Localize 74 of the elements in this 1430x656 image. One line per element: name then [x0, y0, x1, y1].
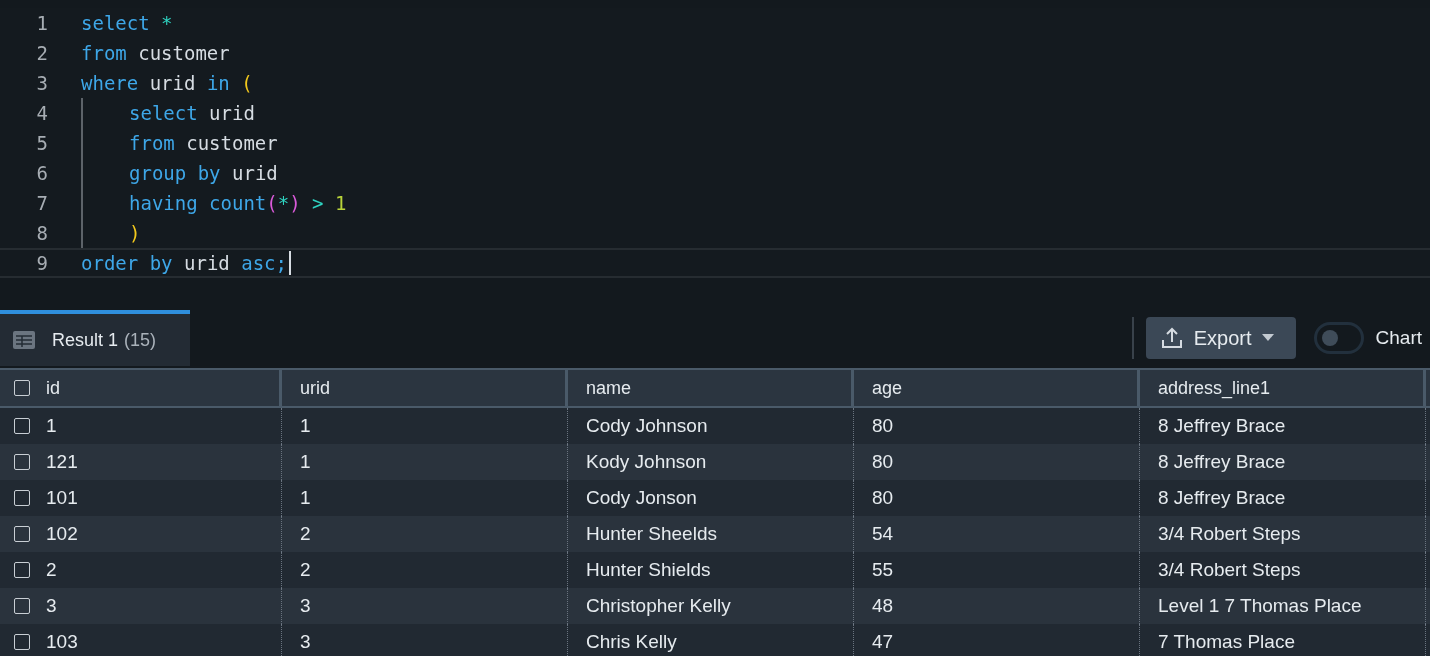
- row-checkbox[interactable]: [14, 634, 30, 650]
- table-cell: 3/4 Robert Steps: [1158, 559, 1301, 581]
- code-line: from customer: [81, 42, 230, 64]
- select-all-checkbox[interactable]: [14, 380, 30, 396]
- line-number: 8: [35, 222, 49, 244]
- chart-toggle[interactable]: [1313, 322, 1364, 354]
- code-line: having count(*) > 1: [129, 192, 347, 214]
- line-number: 4: [35, 102, 49, 124]
- text-cursor: [289, 251, 291, 275]
- row-checkbox[interactable]: [14, 598, 30, 614]
- table-cell: 1: [300, 487, 311, 509]
- table-cell: 8 Jeffrey Brace: [1158, 487, 1286, 509]
- upload-icon: [1159, 326, 1184, 350]
- column-header[interactable]: id: [46, 377, 60, 399]
- column-header[interactable]: urid: [300, 377, 330, 399]
- code-line: group by urid: [129, 162, 278, 184]
- table-cell: 3: [300, 631, 311, 653]
- table-cell: 121: [46, 451, 78, 473]
- line-number: 7: [35, 192, 49, 214]
- table-cell: 7 Thomas Place: [1158, 631, 1295, 653]
- line-number: 3: [35, 72, 49, 94]
- code-line: ): [129, 222, 141, 244]
- code-line: order by urid asc;: [81, 252, 287, 274]
- table-cell: 2: [300, 523, 311, 545]
- table-cell: 1: [300, 451, 311, 473]
- row-checkbox[interactable]: [14, 526, 30, 542]
- row-checkbox[interactable]: [14, 490, 30, 506]
- table-cell: Hunter Shields: [586, 559, 711, 581]
- result-tab[interactable]: Result 1 (15): [0, 310, 190, 366]
- line-number: 5: [35, 132, 49, 154]
- table-cell: Hunter Sheelds: [586, 523, 717, 545]
- table-cell: 8 Jeffrey Brace: [1158, 415, 1286, 437]
- table-cell: Cody Jonson: [586, 487, 697, 509]
- caret-icon: [1261, 334, 1274, 342]
- table-cell: Chris Kelly: [586, 631, 677, 653]
- row-checkbox[interactable]: [14, 418, 30, 434]
- line-number: 6: [35, 162, 49, 184]
- column-header[interactable]: name: [586, 377, 632, 399]
- table-icon: [12, 330, 36, 350]
- column-header[interactable]: address_line1: [1158, 377, 1271, 399]
- table-cell: 101: [46, 487, 78, 509]
- table-cell: 80: [872, 415, 894, 437]
- table-cell: 3/4 Robert Steps: [1158, 523, 1301, 545]
- table-cell: 2: [300, 559, 311, 581]
- export-button[interactable]: Export: [1145, 317, 1296, 359]
- table-cell: 1: [300, 415, 311, 437]
- line-number: 1: [35, 12, 49, 34]
- table-cell: Cody Johnson: [586, 415, 708, 437]
- table-cell: Level 1 7 Thomas Place: [1158, 595, 1362, 617]
- row-checkbox[interactable]: [14, 454, 30, 470]
- table-cell: 103: [46, 631, 78, 653]
- table-cell: 80: [872, 487, 894, 509]
- toggle-label: Chart: [1375, 327, 1422, 349]
- line-number: 9: [35, 252, 49, 274]
- table-cell: Kody Johnson: [586, 451, 707, 473]
- table-cell: 1: [46, 415, 57, 437]
- table-cell: 47: [872, 631, 894, 653]
- table-cell: 3: [300, 595, 311, 617]
- table-cell: Christopher Kelly: [586, 595, 731, 617]
- code-line: where urid in (: [81, 72, 253, 94]
- row-checkbox[interactable]: [14, 562, 30, 578]
- table-cell: 102: [46, 523, 78, 545]
- code-line: from customer: [129, 132, 278, 154]
- column-header[interactable]: age: [872, 377, 903, 399]
- code-line: select *: [81, 12, 173, 34]
- table-cell: 2: [46, 559, 57, 581]
- table-cell: 48: [872, 595, 894, 617]
- table-cell: 3: [46, 595, 57, 617]
- table-cell: 80: [872, 451, 894, 473]
- table-cell: 54: [872, 523, 894, 545]
- code-line: select urid: [129, 102, 255, 124]
- line-number: 2: [35, 42, 49, 64]
- table-cell: 8 Jeffrey Brace: [1158, 451, 1286, 473]
- table-cell: 55: [872, 559, 894, 581]
